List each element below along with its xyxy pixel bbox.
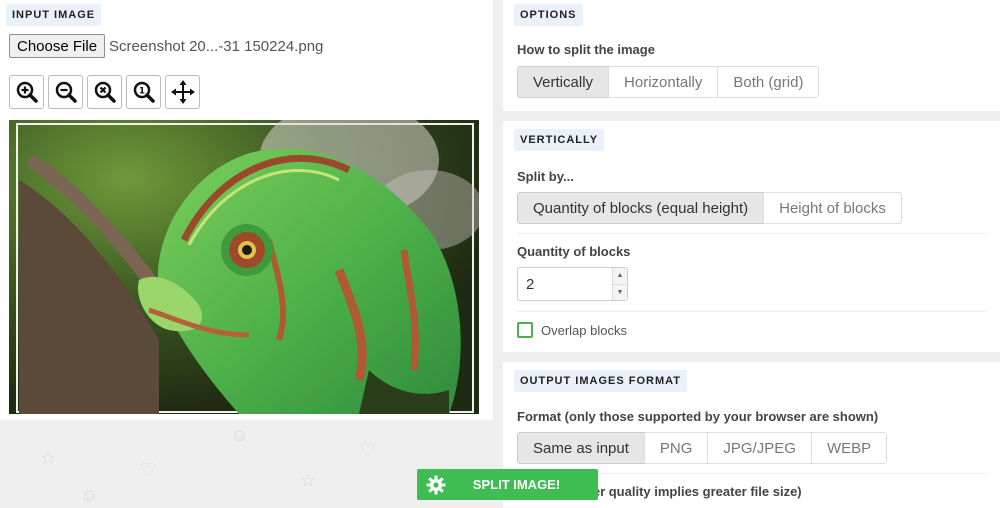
svg-text:1: 1	[138, 87, 144, 97]
format-same-as-input[interactable]: Same as input	[517, 432, 645, 464]
vertically-heading: VERTICALLY	[514, 129, 605, 151]
smiley-doodle-icon: ☺	[230, 425, 249, 445]
zoom-reset-button[interactable]	[87, 75, 122, 109]
zoom-in-button[interactable]	[9, 75, 44, 109]
options-panel: OPTIONS How to split the image Verticall…	[503, 0, 1000, 111]
zoom-out-icon	[55, 81, 77, 103]
selected-file-name: Screenshot 20...-31 150224.png	[109, 37, 324, 55]
split-by-quantity[interactable]: Quantity of blocks (equal height)	[517, 192, 765, 224]
input-image-preview[interactable]	[9, 120, 479, 414]
heart-doodle-icon: ♡	[140, 460, 157, 480]
divider	[517, 233, 986, 234]
quantity-stepper[interactable]: ▲ ▼	[612, 268, 627, 300]
format-selector: Same as input PNG JPG/JPEG WEBP	[517, 432, 888, 464]
split-by-selector: Quantity of blocks (equal height) Height…	[517, 192, 902, 224]
move-button[interactable]	[165, 75, 200, 109]
choose-file-button[interactable]: Choose File	[9, 34, 106, 58]
split-image-button[interactable]: SPLIT IMAGE!	[417, 469, 598, 500]
format-webp[interactable]: WEBP	[810, 432, 888, 464]
quantity-value: 2	[526, 275, 535, 293]
format-jpeg[interactable]: JPG/JPEG	[707, 432, 812, 464]
divider	[517, 311, 986, 312]
overlap-option[interactable]: Overlap blocks	[517, 322, 627, 338]
overlap-checkbox[interactable]	[517, 322, 533, 338]
stepper-up-icon[interactable]: ▲	[613, 268, 627, 285]
chameleon-photo	[9, 120, 479, 414]
vertically-panel: VERTICALLY Split by... Quantity of block…	[503, 121, 1000, 352]
format-png[interactable]: PNG	[643, 432, 709, 464]
zoom-actual-size-button[interactable]: 1	[126, 75, 161, 109]
format-label: Format (only those supported by your bro…	[517, 409, 879, 424]
split-mode-label: How to split the image	[517, 42, 655, 57]
split-mode-vertically[interactable]: Vertically	[517, 66, 610, 98]
split-by-label: Split by...	[517, 169, 574, 184]
overlap-label: Overlap blocks	[541, 322, 627, 338]
zoom-reset-icon	[94, 81, 116, 103]
split-by-height[interactable]: Height of blocks	[763, 192, 902, 224]
star-doodle-icon: ☆	[40, 448, 57, 468]
zoom-in-icon	[16, 81, 38, 103]
zoom-actual-icon: 1	[133, 81, 155, 103]
zoom-out-button[interactable]	[48, 75, 83, 109]
input-image-heading: INPUT IMAGE	[6, 4, 102, 26]
split-mode-selector: Vertically Horizontally Both (grid)	[517, 66, 820, 98]
gear-icon	[417, 475, 455, 495]
file-chooser: Choose File Screenshot 20...-31 150224.p…	[9, 34, 323, 58]
split-mode-horizontally[interactable]: Horizontally	[608, 66, 719, 98]
input-image-panel: INPUT IMAGE Choose File Screenshot 20...…	[0, 0, 493, 420]
stepper-down-icon[interactable]: ▼	[613, 284, 627, 300]
move-icon	[170, 80, 195, 104]
output-format-heading: OUTPUT IMAGES FORMAT	[514, 370, 687, 392]
split-mode-grid[interactable]: Both (grid)	[717, 66, 820, 98]
quantity-input[interactable]: 2 ▲ ▼	[517, 267, 628, 301]
split-image-label: SPLIT IMAGE!	[472, 477, 561, 492]
quantity-label: Quantity of blocks	[517, 244, 631, 259]
smiley-doodle-icon: ☺	[80, 485, 99, 505]
options-heading: OPTIONS	[514, 4, 583, 26]
options-column: OPTIONS How to split the image Verticall…	[503, 0, 1000, 508]
image-toolbar: 1	[9, 75, 200, 109]
heart-doodle-icon: ♡	[360, 440, 377, 460]
star-doodle-icon: ☆	[300, 470, 317, 490]
